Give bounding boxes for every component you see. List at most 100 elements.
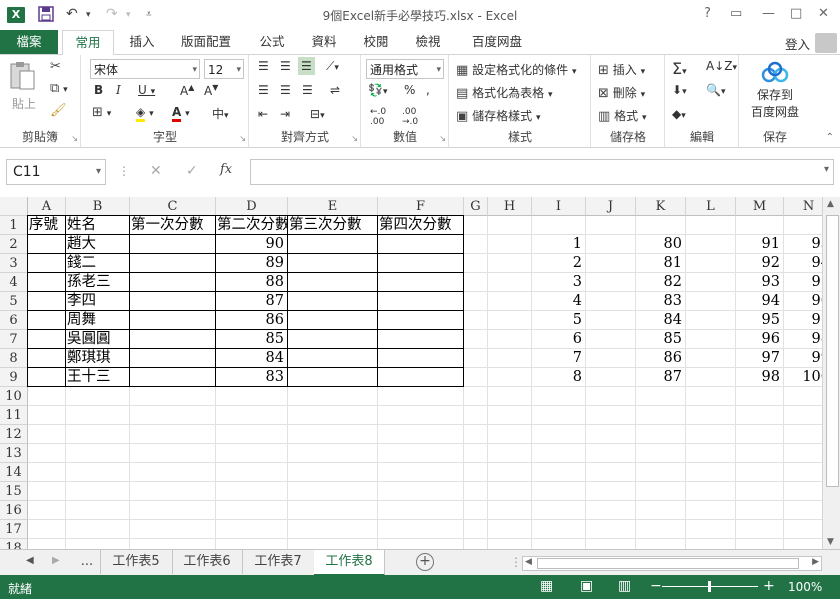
score2-cell[interactable]: 85	[216, 330, 288, 349]
cell[interactable]	[28, 425, 66, 444]
scroll-right-icon[interactable]: ▶	[812, 557, 819, 567]
score3-cell[interactable]	[288, 368, 378, 387]
scroll-thumb[interactable]	[826, 215, 839, 487]
cell[interactable]	[488, 387, 532, 406]
tab-baidu-netdisk[interactable]: 百度网盘	[462, 30, 532, 54]
font-color-icon[interactable]: A ▾	[172, 105, 190, 122]
seq-cell[interactable]	[28, 273, 66, 292]
row-header-17[interactable]: 17	[0, 520, 28, 539]
enter-icon[interactable]: ✓	[186, 163, 198, 179]
side-n-cell[interactable]: 94	[784, 254, 822, 273]
side-m-cell[interactable]: 92	[736, 254, 784, 273]
cell[interactable]	[216, 387, 288, 406]
format-as-table-button[interactable]: ▤ 格式化為表格 ▾	[456, 84, 553, 101]
tab-sheet5[interactable]: 工作表5	[100, 550, 173, 574]
row-header-15[interactable]: 15	[0, 482, 28, 501]
cell[interactable]	[216, 482, 288, 501]
next-sheet-icon[interactable]: ▶	[52, 555, 60, 566]
tab-insert[interactable]: 插入	[120, 30, 164, 54]
alignment-launcher-icon[interactable]: ↘	[351, 134, 358, 143]
percent-icon[interactable]: %	[404, 83, 415, 97]
score1-cell[interactable]	[130, 235, 216, 254]
cell[interactable]	[686, 273, 736, 292]
cell[interactable]	[28, 463, 66, 482]
cell[interactable]	[532, 539, 586, 549]
tab-formulas[interactable]: 公式	[250, 30, 294, 54]
cell[interactable]	[464, 444, 488, 463]
cell[interactable]	[586, 425, 636, 444]
tab-file[interactable]: 檔案	[0, 30, 58, 54]
cell[interactable]	[784, 463, 822, 482]
cell[interactable]	[66, 539, 130, 549]
side-k-cell[interactable]: 83	[636, 292, 686, 311]
cell[interactable]	[586, 235, 636, 254]
cell[interactable]	[378, 406, 464, 425]
cell[interactable]	[488, 235, 532, 254]
scroll-up-icon[interactable]: ▲	[827, 199, 834, 209]
cell[interactable]	[130, 387, 216, 406]
score2-cell[interactable]: 90	[216, 235, 288, 254]
cell[interactable]	[488, 216, 532, 235]
cell[interactable]	[586, 292, 636, 311]
score3-cell[interactable]	[288, 292, 378, 311]
row-header-4[interactable]: 4	[0, 273, 28, 292]
score1-cell[interactable]	[130, 273, 216, 292]
cell[interactable]	[586, 273, 636, 292]
cell[interactable]	[488, 482, 532, 501]
name-box[interactable]: C11 ▾	[6, 159, 106, 185]
cell[interactable]	[288, 444, 378, 463]
row-header-14[interactable]: 14	[0, 463, 28, 482]
score2-cell[interactable]: 83	[216, 368, 288, 387]
cell[interactable]	[488, 311, 532, 330]
border-icon[interactable]: ⊞ ▾	[92, 105, 111, 120]
cell[interactable]	[532, 216, 586, 235]
tab-home[interactable]: 常用	[62, 30, 114, 56]
cell[interactable]	[28, 520, 66, 539]
cell[interactable]	[636, 216, 686, 235]
increase-indent-icon[interactable]: ⇥	[280, 107, 290, 121]
cell[interactable]	[378, 463, 464, 482]
row-header-1[interactable]: 1	[0, 216, 28, 235]
side-i-cell[interactable]: 3	[532, 273, 586, 292]
cell[interactable]	[488, 539, 532, 549]
cell[interactable]	[586, 349, 636, 368]
cell[interactable]	[586, 482, 636, 501]
cell[interactable]	[288, 501, 378, 520]
align-right-icon[interactable]: ☰	[302, 83, 313, 97]
column-header-f[interactable]: F	[378, 197, 464, 216]
orientation-icon[interactable]: ⟋▾	[326, 59, 339, 74]
side-k-cell[interactable]: 85	[636, 330, 686, 349]
cell[interactable]	[216, 501, 288, 520]
cell[interactable]	[130, 501, 216, 520]
cell[interactable]	[288, 520, 378, 539]
cell[interactable]	[686, 539, 736, 549]
tab-split-handle[interactable]: ⋮	[510, 555, 522, 569]
name-cell[interactable]: 李四	[66, 292, 130, 311]
cell[interactable]	[130, 539, 216, 549]
cell[interactable]	[586, 444, 636, 463]
cell[interactable]	[28, 444, 66, 463]
cell[interactable]	[216, 539, 288, 549]
score1-cell[interactable]	[130, 311, 216, 330]
cell[interactable]	[488, 292, 532, 311]
cell[interactable]	[586, 311, 636, 330]
cell[interactable]	[636, 539, 686, 549]
side-i-cell[interactable]: 7	[532, 349, 586, 368]
more-sheets-button[interactable]: ...	[74, 550, 101, 574]
clipboard-launcher-icon[interactable]: ↘	[71, 134, 78, 143]
side-n-cell[interactable]: 97	[784, 311, 822, 330]
cell[interactable]	[532, 482, 586, 501]
font-size-select[interactable]: 12 ▾	[204, 59, 244, 79]
cell[interactable]	[686, 520, 736, 539]
cell[interactable]	[686, 349, 736, 368]
cell[interactable]	[784, 216, 822, 235]
cell[interactable]	[736, 425, 784, 444]
cell[interactable]	[488, 463, 532, 482]
score2-cell[interactable]: 86	[216, 311, 288, 330]
score3-cell[interactable]	[288, 311, 378, 330]
horizontal-scrollbar[interactable]: ◀ ▶	[522, 556, 822, 571]
vertical-scrollbar[interactable]: ▲ ▼	[822, 197, 840, 549]
underline-button[interactable]: U ▾	[138, 83, 155, 97]
cell[interactable]	[686, 406, 736, 425]
name-cell[interactable]: 周舞	[66, 311, 130, 330]
